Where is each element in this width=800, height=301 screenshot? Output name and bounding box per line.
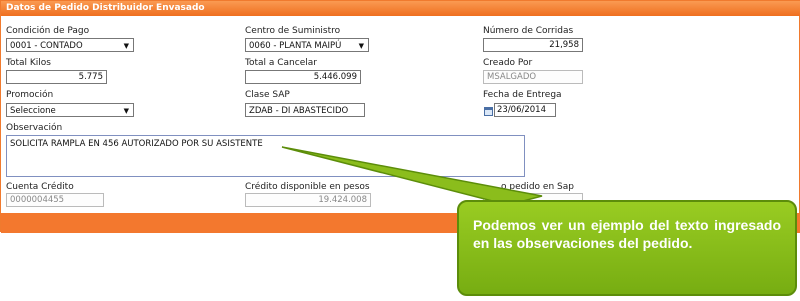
callout-text: Podemos ver un ejemplo del texto ingresa… [473, 217, 781, 251]
callout-arrow-shape [281, 146, 543, 206]
callout-box: Podemos ver un ejemplo del texto ingresa… [457, 200, 797, 296]
